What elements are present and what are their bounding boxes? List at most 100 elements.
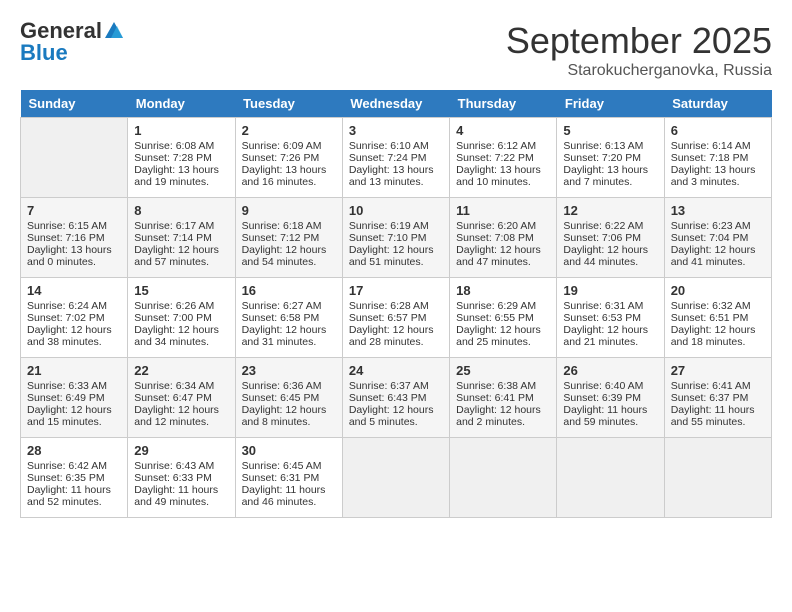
location-text: Starokucherganovka, Russia — [506, 62, 772, 80]
day-info-line: Sunrise: 6:08 AM — [134, 140, 228, 152]
day-info-line: Sunset: 7:20 PM — [563, 152, 657, 164]
day-info-line: and 19 minutes. — [134, 176, 228, 188]
day-header-wednesday: Wednesday — [342, 90, 449, 118]
day-info-line: Sunrise: 6:18 AM — [242, 220, 336, 232]
day-info-line: Daylight: 12 hours — [456, 244, 550, 256]
day-info-line: Sunrise: 6:27 AM — [242, 300, 336, 312]
day-info-line: and 34 minutes. — [134, 336, 228, 348]
calendar-cell: 7Sunrise: 6:15 AMSunset: 7:16 PMDaylight… — [21, 198, 128, 278]
day-number: 26 — [563, 363, 657, 378]
day-info-line: Daylight: 12 hours — [456, 324, 550, 336]
calendar-cell: 5Sunrise: 6:13 AMSunset: 7:20 PMDaylight… — [557, 118, 664, 198]
day-header-thursday: Thursday — [450, 90, 557, 118]
day-info-line: and 3 minutes. — [671, 176, 765, 188]
day-info-line: Sunset: 6:37 PM — [671, 392, 765, 404]
day-info-line: and 28 minutes. — [349, 336, 443, 348]
calendar-cell: 15Sunrise: 6:26 AMSunset: 7:00 PMDayligh… — [128, 278, 235, 358]
day-info-line: Daylight: 13 hours — [563, 164, 657, 176]
day-info-line: Sunrise: 6:20 AM — [456, 220, 550, 232]
day-info-line: and 21 minutes. — [563, 336, 657, 348]
day-info-line: Sunrise: 6:29 AM — [456, 300, 550, 312]
day-info-line: Daylight: 13 hours — [242, 164, 336, 176]
day-info-line: Sunset: 6:57 PM — [349, 312, 443, 324]
day-info-line: Daylight: 12 hours — [349, 324, 443, 336]
day-info-line: Sunset: 7:28 PM — [134, 152, 228, 164]
day-info-line: and 38 minutes. — [27, 336, 121, 348]
day-info-line: Daylight: 11 hours — [134, 484, 228, 496]
calendar-cell — [21, 118, 128, 198]
page-header: General Blue September 2025 Starokucherg… — [20, 20, 772, 80]
day-info-line: Daylight: 13 hours — [456, 164, 550, 176]
day-info-line: Sunset: 6:58 PM — [242, 312, 336, 324]
calendar-cell — [664, 438, 771, 518]
calendar-cell: 6Sunrise: 6:14 AMSunset: 7:18 PMDaylight… — [664, 118, 771, 198]
calendar-week-3: 14Sunrise: 6:24 AMSunset: 7:02 PMDayligh… — [21, 278, 772, 358]
day-info-line: Daylight: 12 hours — [456, 404, 550, 416]
day-info-line: Sunrise: 6:24 AM — [27, 300, 121, 312]
day-info-line: Sunset: 7:10 PM — [349, 232, 443, 244]
day-number: 2 — [242, 123, 336, 138]
day-info-line: Daylight: 12 hours — [242, 244, 336, 256]
day-info-line: Sunrise: 6:38 AM — [456, 380, 550, 392]
day-number: 27 — [671, 363, 765, 378]
day-info-line: Sunrise: 6:23 AM — [671, 220, 765, 232]
day-info-line: Daylight: 12 hours — [134, 244, 228, 256]
day-number: 23 — [242, 363, 336, 378]
day-number: 17 — [349, 283, 443, 298]
day-info-line: Sunset: 6:33 PM — [134, 472, 228, 484]
calendar-cell — [450, 438, 557, 518]
day-info-line: and 31 minutes. — [242, 336, 336, 348]
calendar-cell: 4Sunrise: 6:12 AMSunset: 7:22 PMDaylight… — [450, 118, 557, 198]
day-number: 8 — [134, 203, 228, 218]
day-header-tuesday: Tuesday — [235, 90, 342, 118]
day-info-line: Sunrise: 6:42 AM — [27, 460, 121, 472]
day-number: 5 — [563, 123, 657, 138]
day-info-line: Sunset: 7:14 PM — [134, 232, 228, 244]
day-info-line: Sunset: 6:41 PM — [456, 392, 550, 404]
month-title: September 2025 — [506, 20, 772, 62]
calendar-week-4: 21Sunrise: 6:33 AMSunset: 6:49 PMDayligh… — [21, 358, 772, 438]
calendar-week-2: 7Sunrise: 6:15 AMSunset: 7:16 PMDaylight… — [21, 198, 772, 278]
day-info-line: Sunset: 7:00 PM — [134, 312, 228, 324]
day-info-line: Daylight: 12 hours — [242, 404, 336, 416]
calendar-cell: 11Sunrise: 6:20 AMSunset: 7:08 PMDayligh… — [450, 198, 557, 278]
calendar-week-1: 1Sunrise: 6:08 AMSunset: 7:28 PMDaylight… — [21, 118, 772, 198]
day-info-line: Daylight: 12 hours — [242, 324, 336, 336]
day-info-line: Daylight: 12 hours — [671, 324, 765, 336]
day-info-line: Sunrise: 6:43 AM — [134, 460, 228, 472]
day-info-line: and 5 minutes. — [349, 416, 443, 428]
day-number: 12 — [563, 203, 657, 218]
calendar-cell: 3Sunrise: 6:10 AMSunset: 7:24 PMDaylight… — [342, 118, 449, 198]
day-info-line: Daylight: 12 hours — [671, 244, 765, 256]
calendar-cell: 12Sunrise: 6:22 AMSunset: 7:06 PMDayligh… — [557, 198, 664, 278]
day-info-line: Sunrise: 6:34 AM — [134, 380, 228, 392]
day-info-line: and 10 minutes. — [456, 176, 550, 188]
logo: General Blue — [20, 20, 125, 64]
day-info-line: Daylight: 13 hours — [349, 164, 443, 176]
calendar-cell: 28Sunrise: 6:42 AMSunset: 6:35 PMDayligh… — [21, 438, 128, 518]
day-info-line: Daylight: 12 hours — [134, 324, 228, 336]
day-number: 7 — [27, 203, 121, 218]
day-info-line: and 57 minutes. — [134, 256, 228, 268]
day-info-line: and 52 minutes. — [27, 496, 121, 508]
day-info-line: Sunrise: 6:45 AM — [242, 460, 336, 472]
day-info-line: Sunset: 7:04 PM — [671, 232, 765, 244]
calendar-cell: 22Sunrise: 6:34 AMSunset: 6:47 PMDayligh… — [128, 358, 235, 438]
day-info-line: Sunset: 6:49 PM — [27, 392, 121, 404]
day-info-line: Daylight: 13 hours — [671, 164, 765, 176]
day-number: 28 — [27, 443, 121, 458]
day-number: 20 — [671, 283, 765, 298]
day-info-line: and 44 minutes. — [563, 256, 657, 268]
day-number: 14 — [27, 283, 121, 298]
calendar-cell: 1Sunrise: 6:08 AMSunset: 7:28 PMDaylight… — [128, 118, 235, 198]
day-info-line: and 41 minutes. — [671, 256, 765, 268]
day-header-sunday: Sunday — [21, 90, 128, 118]
day-info-line: Daylight: 11 hours — [242, 484, 336, 496]
day-number: 24 — [349, 363, 443, 378]
day-info-line: Sunset: 7:22 PM — [456, 152, 550, 164]
day-info-line: Sunset: 6:45 PM — [242, 392, 336, 404]
day-info-line: Sunrise: 6:09 AM — [242, 140, 336, 152]
day-number: 18 — [456, 283, 550, 298]
calendar-cell: 17Sunrise: 6:28 AMSunset: 6:57 PMDayligh… — [342, 278, 449, 358]
day-info-line: Sunrise: 6:14 AM — [671, 140, 765, 152]
